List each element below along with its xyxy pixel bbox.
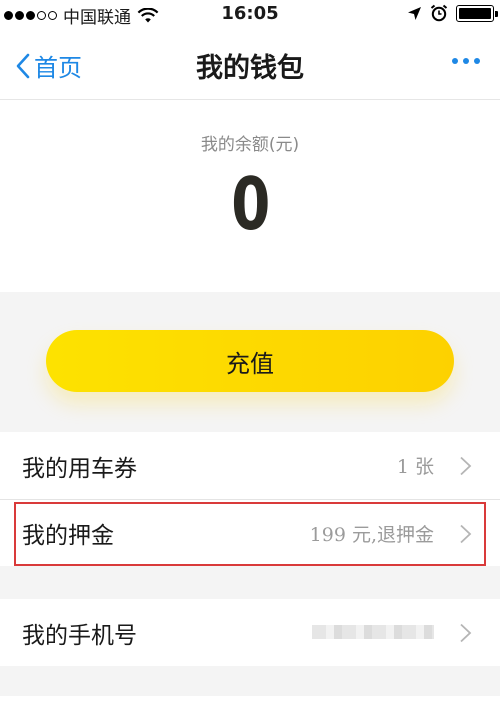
menu-item-phone[interactable]: 我的手机号 (0, 599, 500, 666)
menu-item-label: 我的押金 (22, 523, 114, 549)
recharge-button[interactable]: 充值 (46, 330, 454, 392)
menu-item-label: 我的手机号 (22, 622, 137, 649)
chevron-left-icon (16, 53, 30, 78)
balance-amount: 0 (231, 162, 270, 246)
status-bar: 中国联通 16:05 (0, 0, 500, 28)
battery-icon (456, 4, 498, 22)
menu-item-label: 我的用车券 (22, 455, 137, 482)
chevron-right-icon (460, 456, 472, 476)
menu-item-value: 1 张 (396, 456, 434, 478)
chevron-right-icon (460, 524, 472, 544)
menu-item-deposit[interactable]: 我的押金 199 元,退押金 (0, 499, 500, 566)
next-row-partial (0, 696, 500, 716)
location-icon (408, 6, 421, 20)
balance-panel: 我的余额(元) 0 (0, 100, 500, 292)
back-button[interactable]: 首页 (16, 48, 82, 83)
back-label: 首页 (34, 54, 82, 82)
menu-item-value: 199 元,退押金 (309, 523, 434, 546)
menu-item-coupons[interactable]: 我的用车券 1 张 (0, 432, 500, 499)
more-options-icon[interactable] (452, 58, 480, 64)
chevron-right-icon (460, 623, 472, 643)
balance-label: 我的余额(元) (200, 135, 300, 155)
status-right (407, 4, 498, 22)
wallet-menu-list: 我的用车券 1 张 我的押金 199 元,退押金 (0, 432, 500, 566)
masked-phone-value (312, 625, 434, 639)
alarm-icon (430, 4, 448, 22)
nav-bar: 首页 我的钱包 (0, 28, 500, 100)
